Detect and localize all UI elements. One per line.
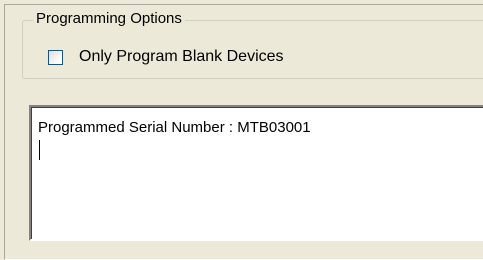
checkbox-unchecked-icon[interactable]: [48, 49, 63, 65]
output-textarea[interactable]: Programmed Serial Number : MTB03001: [29, 105, 483, 241]
programming-options-legend: Programming Options: [33, 10, 185, 28]
serial-number-output: Programmed Serial Number : MTB03001: [38, 119, 311, 136]
only-program-blank-devices-label[interactable]: Only Program Blank Devices: [79, 48, 284, 66]
text-caret: [39, 140, 40, 160]
only-program-blank-devices-checkbox[interactable]: Only Program Blank Devices: [48, 46, 284, 68]
